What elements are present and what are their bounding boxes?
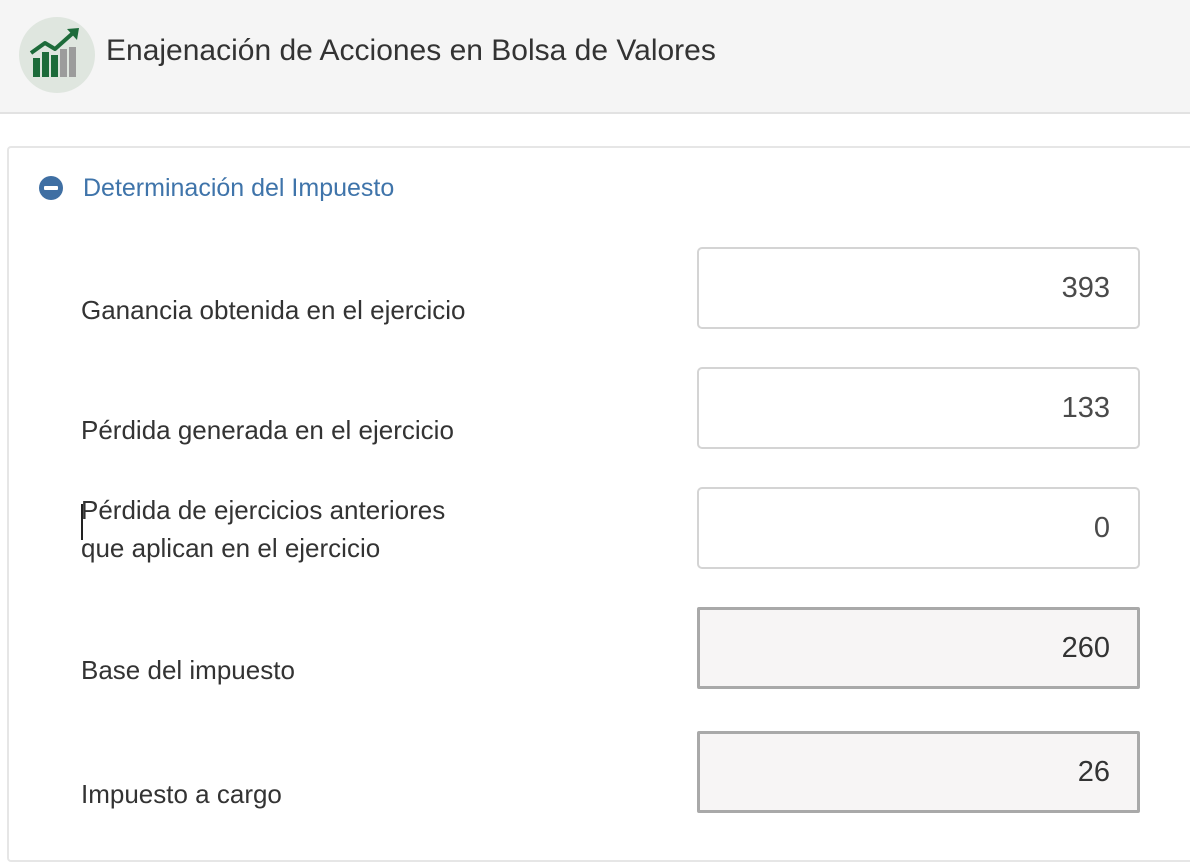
loss-label: Pérdida generada en el ejercicio xyxy=(81,415,454,445)
prior-loss-label-line1: Pérdida de ejercicios anteriores xyxy=(81,495,446,525)
gain-label: Ganancia obtenida en el ejercicio xyxy=(81,295,466,325)
prior-loss-input[interactable] xyxy=(697,487,1140,569)
minus-circle-icon[interactable] xyxy=(39,176,63,200)
page-header: Enajenación de Acciones en Bolsa de Valo… xyxy=(0,0,1190,114)
text-caret xyxy=(81,504,83,540)
page-title: Enajenación de Acciones en Bolsa de Valo… xyxy=(106,34,716,67)
prior-loss-label: Pérdida de ejercicios anteriores que apl… xyxy=(81,491,445,567)
tax-due-field xyxy=(697,731,1140,813)
section-title: Determinación del Impuesto xyxy=(83,173,395,202)
loss-input[interactable] xyxy=(697,367,1140,449)
tax-base-label: Base del impuesto xyxy=(81,655,295,685)
tax-base-field xyxy=(697,607,1140,689)
tax-due-label: Impuesto a cargo xyxy=(81,779,282,809)
chart-growth-icon xyxy=(19,17,95,93)
prior-loss-label-line2: que aplican en el ejercicio xyxy=(81,533,381,563)
gain-input[interactable] xyxy=(697,247,1140,329)
section-toggle[interactable]: Determinación del Impuesto xyxy=(39,170,394,206)
